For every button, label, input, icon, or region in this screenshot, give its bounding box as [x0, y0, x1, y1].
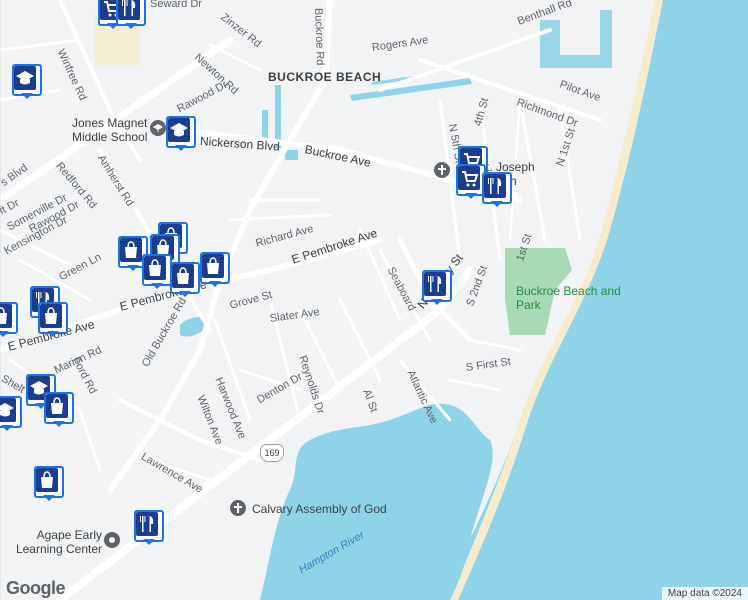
pin-school-4[interactable]: [0, 396, 22, 431]
pin-school-2[interactable]: [166, 116, 196, 151]
google-logo: Google: [6, 578, 66, 598]
map-canvas[interactable]: BUCKROE BEACH Seward Dr Winfree Rd Zinze…: [0, 0, 748, 600]
road-label-seward: Seward Dr: [150, 0, 202, 10]
pin-shopping-10[interactable]: [34, 466, 64, 501]
school-poi-icon[interactable]: [150, 120, 166, 136]
route-shield: 169: [260, 444, 284, 462]
pin-shopping-8[interactable]: [0, 302, 18, 337]
area-label: BUCKROE BEACH: [268, 70, 382, 84]
poi-label-agape[interactable]: Agape Early Learning Center: [2, 528, 102, 556]
pin-restaurant-2[interactable]: [482, 172, 512, 207]
pin-shopping-5[interactable]: [200, 252, 230, 287]
church-poi-icon[interactable]: [434, 162, 450, 178]
poi-label-assembly[interactable]: Calvary Assembly of God: [252, 502, 387, 516]
pin-restaurant[interactable]: [116, 0, 146, 29]
pin-shopping-9[interactable]: [44, 392, 74, 427]
pin-restaurant-4[interactable]: [422, 270, 452, 305]
church-poi-icon-2[interactable]: [230, 500, 246, 516]
pin-school[interactable]: [12, 64, 42, 99]
pin-shopping-4[interactable]: [142, 254, 172, 289]
map-attribution[interactable]: Map data ©2024: [661, 587, 748, 600]
poi-label-park[interactable]: Buckroe Beach and Park: [516, 284, 626, 312]
road-label-buckroe-rd: Buckroe Rd: [312, 7, 327, 66]
childcare-poi-icon[interactable]: [104, 532, 120, 548]
pin-restaurant-5[interactable]: [134, 510, 164, 545]
pin-shopping-6[interactable]: [170, 262, 200, 297]
pin-shopping-7[interactable]: [38, 302, 68, 337]
